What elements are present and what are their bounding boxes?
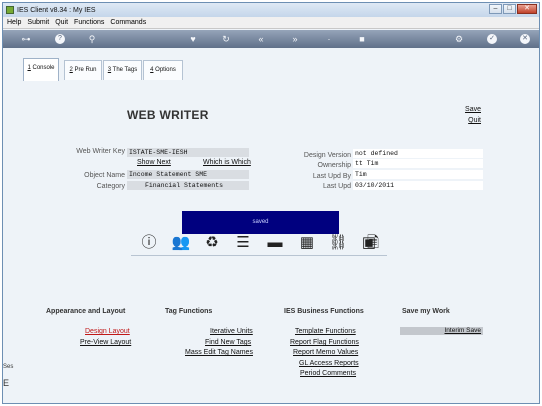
folder-icon[interactable]: ▬	[265, 234, 285, 252]
tab-pre-run-label: Pre Run	[74, 67, 97, 73]
tab-console-label: Console	[32, 65, 55, 71]
menu-bar: Help Submit Quit Functions Commands	[3, 17, 539, 29]
web-writer-key-label: Web Writer Key	[76, 148, 125, 155]
forward-icon[interactable]: »	[288, 33, 302, 45]
title-bar: IES Client v8.34 : My IES – □ ✕	[3, 3, 539, 17]
org-chart-icon[interactable]: ⛓	[328, 234, 348, 252]
toolbar: ⊶ ? ⚲ ♥ ↻ « » · ■ ⚙ ✓ ✕	[3, 30, 539, 48]
ownership-field[interactable]: tt Tim	[353, 159, 483, 168]
fire-list-icon[interactable]: ☰	[233, 234, 253, 252]
section-business-title: IES Business Functions	[284, 308, 364, 315]
design-version-label: Design Version	[303, 152, 351, 159]
show-next-link[interactable]: Show Next	[137, 159, 171, 166]
tab-pre-run-accel: 2	[69, 67, 73, 73]
close-button[interactable]: ✕	[517, 4, 537, 14]
iterative-units-link[interactable]: Iterative Units	[210, 328, 253, 335]
left-edge-fragment-2: E	[3, 378, 10, 388]
help-icon[interactable]: ?	[55, 34, 65, 44]
tab-the-tags-accel: 3	[107, 67, 112, 73]
last-upd-label: Last Upd	[322, 183, 351, 190]
page-title: WEB WRITER	[127, 108, 209, 122]
left-edge-fragment: Ses	[3, 364, 14, 370]
gl-access-reports-link[interactable]: GL Access Reports	[299, 360, 359, 367]
report-flag-functions-link[interactable]: Report Flag Functions	[290, 339, 359, 346]
design-layout-link[interactable]: Design Layout	[85, 328, 130, 335]
object-name-label: Object Name	[84, 172, 125, 179]
category-label: Category	[96, 183, 125, 190]
minimize-button[interactable]: –	[489, 4, 502, 14]
tab-the-tags[interactable]: 3 The Tags	[103, 60, 142, 80]
action-icon-row: ⓘ 👥 ♻ ☰ ▬ ▦ ⛓ ▣	[131, 231, 387, 256]
cancel-icon[interactable]: ✕	[520, 34, 530, 44]
maximize-button[interactable]: □	[503, 4, 516, 14]
last-upd-field[interactable]: 03/10/2011	[353, 181, 483, 190]
tab-pre-run[interactable]: 2 Pre Run	[64, 60, 102, 80]
web-writer-key-field[interactable]: ISTATE-SME-IESH	[127, 148, 249, 157]
heart-icon[interactable]: ♥	[186, 33, 200, 45]
menu-commands[interactable]: Commands	[110, 19, 146, 26]
stop-icon[interactable]: ■	[355, 33, 369, 45]
tab-options[interactable]: 4 Options	[143, 60, 183, 80]
refresh-icon[interactable]: ↻	[219, 33, 233, 45]
report-memo-values-link[interactable]: Report Memo Values	[293, 349, 358, 356]
tab-console-accel: 1	[27, 65, 31, 71]
info-icon[interactable]: ⓘ	[139, 234, 159, 252]
ownership-label: Ownership	[317, 162, 351, 169]
window-controls: – □ ✕	[489, 4, 537, 14]
preview-layout-link[interactable]: Pre-View Layout	[80, 339, 131, 346]
which-is-which-link[interactable]: Which is Which	[203, 159, 251, 166]
window-title: IES Client v8.34 : My IES	[17, 6, 96, 14]
cycle-icon[interactable]: ♻	[202, 234, 222, 252]
document-icon[interactable]: 🗎	[363, 234, 383, 252]
search-icon[interactable]: ⚲	[85, 33, 99, 45]
tab-options-label: Options	[155, 67, 176, 73]
menu-help[interactable]: Help	[7, 19, 21, 26]
template-functions-link[interactable]: Template Functions	[295, 328, 356, 335]
tab-strip: 1 Console 2 Pre Run 3 The Tags 4 Options	[3, 48, 539, 86]
object-name-field[interactable]: Income Statement SME	[127, 170, 249, 179]
save-link[interactable]: Save	[465, 106, 481, 113]
key-icon[interactable]: ⊶	[17, 33, 35, 45]
grid-edit-icon[interactable]: ▦	[297, 234, 317, 252]
people-icon[interactable]: 👥	[171, 234, 191, 252]
console-panel: WEB WRITER Save Quit Web Writer Key ISTA…	[3, 86, 539, 403]
interim-save-button[interactable]: Interim Save	[400, 327, 483, 335]
design-version-field[interactable]: not defined	[353, 149, 483, 158]
app-icon	[6, 6, 14, 14]
tab-the-tags-label: The Tags	[112, 67, 138, 73]
tab-options-accel: 4	[150, 67, 154, 73]
category-field[interactable]: Financial Statements	[127, 181, 249, 190]
dot-icon[interactable]: ·	[322, 33, 336, 45]
quit-link[interactable]: Quit	[468, 117, 481, 124]
app-window: IES Client v8.34 : My IES – □ ✕ Help Sub…	[2, 2, 540, 404]
last-upd-by-label: Last Upd By	[312, 173, 351, 180]
menu-submit[interactable]: Submit	[27, 19, 49, 26]
menu-functions[interactable]: Functions	[74, 19, 104, 26]
last-upd-by-field[interactable]: Tim	[353, 170, 483, 179]
find-new-tags-link[interactable]: Find New Tags	[205, 339, 251, 346]
mass-edit-tag-names-link[interactable]: Mass Edit Tag Names	[185, 349, 253, 356]
tab-console[interactable]: 1 Console	[23, 58, 59, 81]
menu-quit[interactable]: Quit	[55, 19, 68, 26]
section-save-title: Save my Work	[402, 308, 450, 315]
section-tags-title: Tag Functions	[165, 308, 213, 315]
check-icon[interactable]: ✓	[487, 34, 497, 44]
period-comments-link[interactable]: Period Comments	[300, 370, 356, 377]
section-appearance-title: Appearance and Layout	[46, 308, 126, 315]
rewind-icon[interactable]: «	[254, 33, 268, 45]
gear-icon[interactable]: ⚙	[452, 33, 466, 45]
